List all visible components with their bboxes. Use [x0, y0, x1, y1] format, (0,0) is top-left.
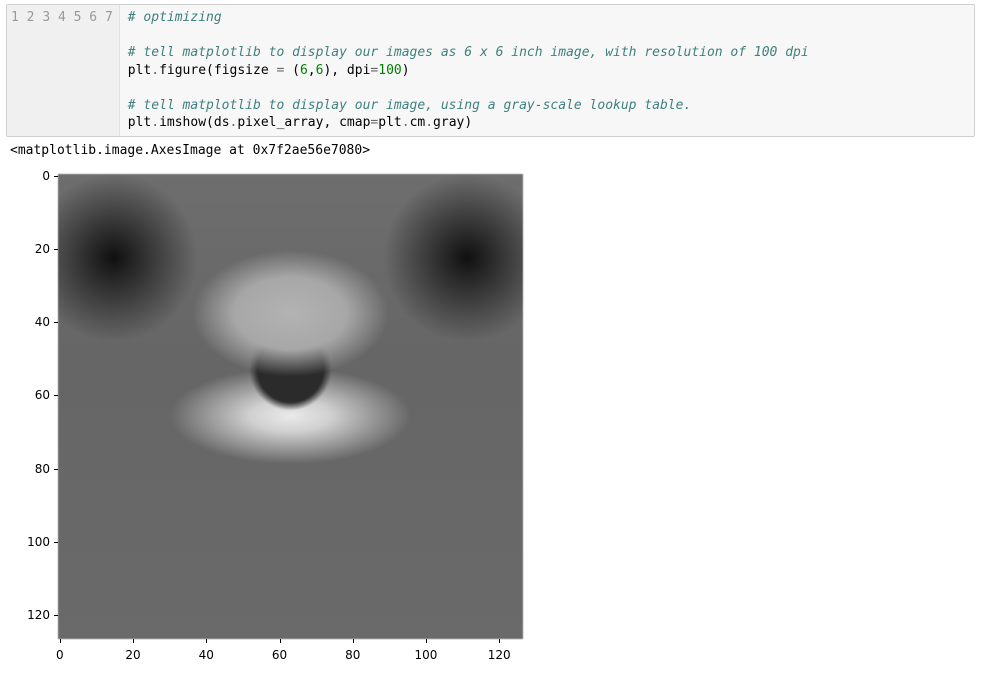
code-token: plt — [128, 115, 151, 130]
y-tick-label: 120 — [27, 608, 50, 622]
y-tick-mark — [54, 249, 58, 250]
x-axis: 0 20 40 60 80 100 120 — [58, 642, 523, 672]
x-tick-label: 100 — [415, 648, 438, 662]
code-token: , — [308, 63, 316, 78]
code-comment: # optimizing — [128, 10, 222, 25]
x-tick-mark — [426, 639, 427, 643]
code-token: ( — [284, 63, 300, 78]
line-number: 7 — [105, 10, 113, 25]
x-tick-label: 20 — [125, 648, 140, 662]
y-tick-label: 40 — [35, 315, 50, 329]
code-token: . — [425, 115, 433, 130]
code-area[interactable]: # optimizing # tell matplotlib to displa… — [120, 5, 974, 136]
code-token: imshow(ds — [159, 115, 229, 130]
y-tick-mark — [54, 322, 58, 323]
y-tick-mark — [54, 395, 58, 396]
code-token: plt — [128, 63, 151, 78]
line-number: 5 — [74, 10, 82, 25]
y-tick-label: 0 — [42, 169, 50, 183]
x-tick-label: 120 — [488, 648, 511, 662]
y-axis: 020406080100120 — [10, 174, 54, 639]
y-tick-label: 60 — [35, 388, 50, 402]
code-gutter: 1 2 3 4 5 6 7 — [7, 5, 120, 136]
plot-axes — [58, 174, 523, 639]
x-tick-mark — [206, 639, 207, 643]
cell-output-text: <matplotlib.image.AxesImage at 0x7f2ae56… — [0, 141, 981, 168]
code-cell[interactable]: 1 2 3 4 5 6 7 # optimizing # tell matplo… — [6, 4, 975, 137]
line-number: 3 — [42, 10, 50, 25]
code-comment: # tell matplotlib to display our images … — [128, 45, 809, 60]
x-tick-mark — [499, 639, 500, 643]
code-token: 6 — [300, 63, 308, 78]
y-tick-mark — [54, 542, 58, 543]
line-number: 2 — [27, 10, 35, 25]
y-tick-mark — [54, 176, 58, 177]
x-tick-mark — [133, 639, 134, 643]
code-token: plt — [378, 115, 401, 130]
line-number: 4 — [58, 10, 66, 25]
code-token: figure(figsize — [159, 63, 276, 78]
plot-image — [58, 174, 523, 639]
line-number: 6 — [89, 10, 97, 25]
code-token: ), dpi — [323, 63, 370, 78]
code-token: . — [402, 115, 410, 130]
code-token: . — [151, 63, 159, 78]
code-token: pixel_array, cmap — [237, 115, 370, 130]
code-comment: # tell matplotlib to display our image, … — [128, 98, 692, 113]
code-token: gray) — [433, 115, 472, 130]
y-tick-mark — [54, 469, 58, 470]
code-token: cm — [410, 115, 426, 130]
x-tick-label: 40 — [199, 648, 214, 662]
x-tick-label: 0 — [56, 648, 64, 662]
y-tick-label: 100 — [27, 535, 50, 549]
y-tick-label: 80 — [35, 462, 50, 476]
x-tick-mark — [353, 639, 354, 643]
y-tick-label: 20 — [35, 242, 50, 256]
x-tick-label: 60 — [272, 648, 287, 662]
line-number: 1 — [11, 10, 19, 25]
x-tick-mark — [60, 639, 61, 643]
code-token: . — [151, 115, 159, 130]
y-tick-mark — [54, 615, 58, 616]
code-token: 100 — [378, 63, 401, 78]
code-token: ) — [402, 63, 410, 78]
plot-output: 0 20 40 60 80 100 120 0 20 40 60 80 100 120 — [10, 168, 550, 678]
x-tick-mark — [280, 639, 281, 643]
x-tick-label: 80 — [345, 648, 360, 662]
